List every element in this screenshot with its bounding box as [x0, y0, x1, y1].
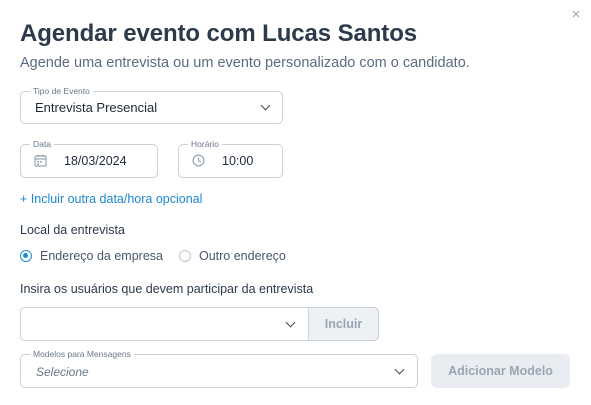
date-label: Data [30, 138, 54, 150]
calendar-icon [34, 154, 47, 167]
radio-company-address[interactable]: Endereço da empresa [20, 249, 163, 263]
users-label: Insira os usuários que devem participar … [20, 282, 314, 296]
include-user-button[interactable]: Incluir [308, 307, 379, 341]
message-templates-label: Modelos para Mensagens [30, 348, 134, 360]
message-templates-placeholder: Selecione [36, 365, 89, 379]
time-value: 10:00 [222, 154, 254, 168]
close-icon[interactable]: × [567, 6, 585, 24]
radio-other-address-label: Outro endereço [199, 249, 286, 263]
date-field[interactable]: Data 18/03/2024 [20, 138, 158, 178]
message-templates-select[interactable]: Modelos para Mensagens Selecione [20, 348, 418, 388]
location-label: Local da entrevista [20, 223, 125, 237]
time-label: Horário [188, 138, 222, 150]
event-type-label: Tipo de Evento [30, 85, 93, 97]
date-value: 18/03/2024 [64, 154, 127, 168]
clock-icon [192, 154, 205, 167]
radio-company-address-label: Endereço da empresa [40, 249, 163, 263]
radio-unselected-icon [179, 250, 191, 262]
radio-selected-icon [20, 250, 32, 262]
chevron-down-icon [285, 317, 296, 328]
chevron-down-icon [260, 100, 271, 111]
event-type-value: Entrevista Presencial [35, 100, 158, 115]
dialog-title: Agendar evento com Lucas Santos [20, 20, 418, 47]
event-type-select[interactable]: Tipo de Evento Entrevista Presencial [20, 85, 283, 124]
radio-other-address[interactable]: Outro endereço [179, 249, 286, 263]
users-select[interactable] [20, 307, 309, 341]
add-template-button[interactable]: Adicionar Modelo [431, 354, 570, 388]
chevron-down-icon [394, 364, 405, 375]
dialog-subtitle: Agende uma entrevista ou um evento perso… [20, 55, 470, 71]
time-field[interactable]: Horário 10:00 [178, 138, 283, 178]
add-datetime-link[interactable]: + Incluir outra data/hora opcional [20, 192, 202, 206]
